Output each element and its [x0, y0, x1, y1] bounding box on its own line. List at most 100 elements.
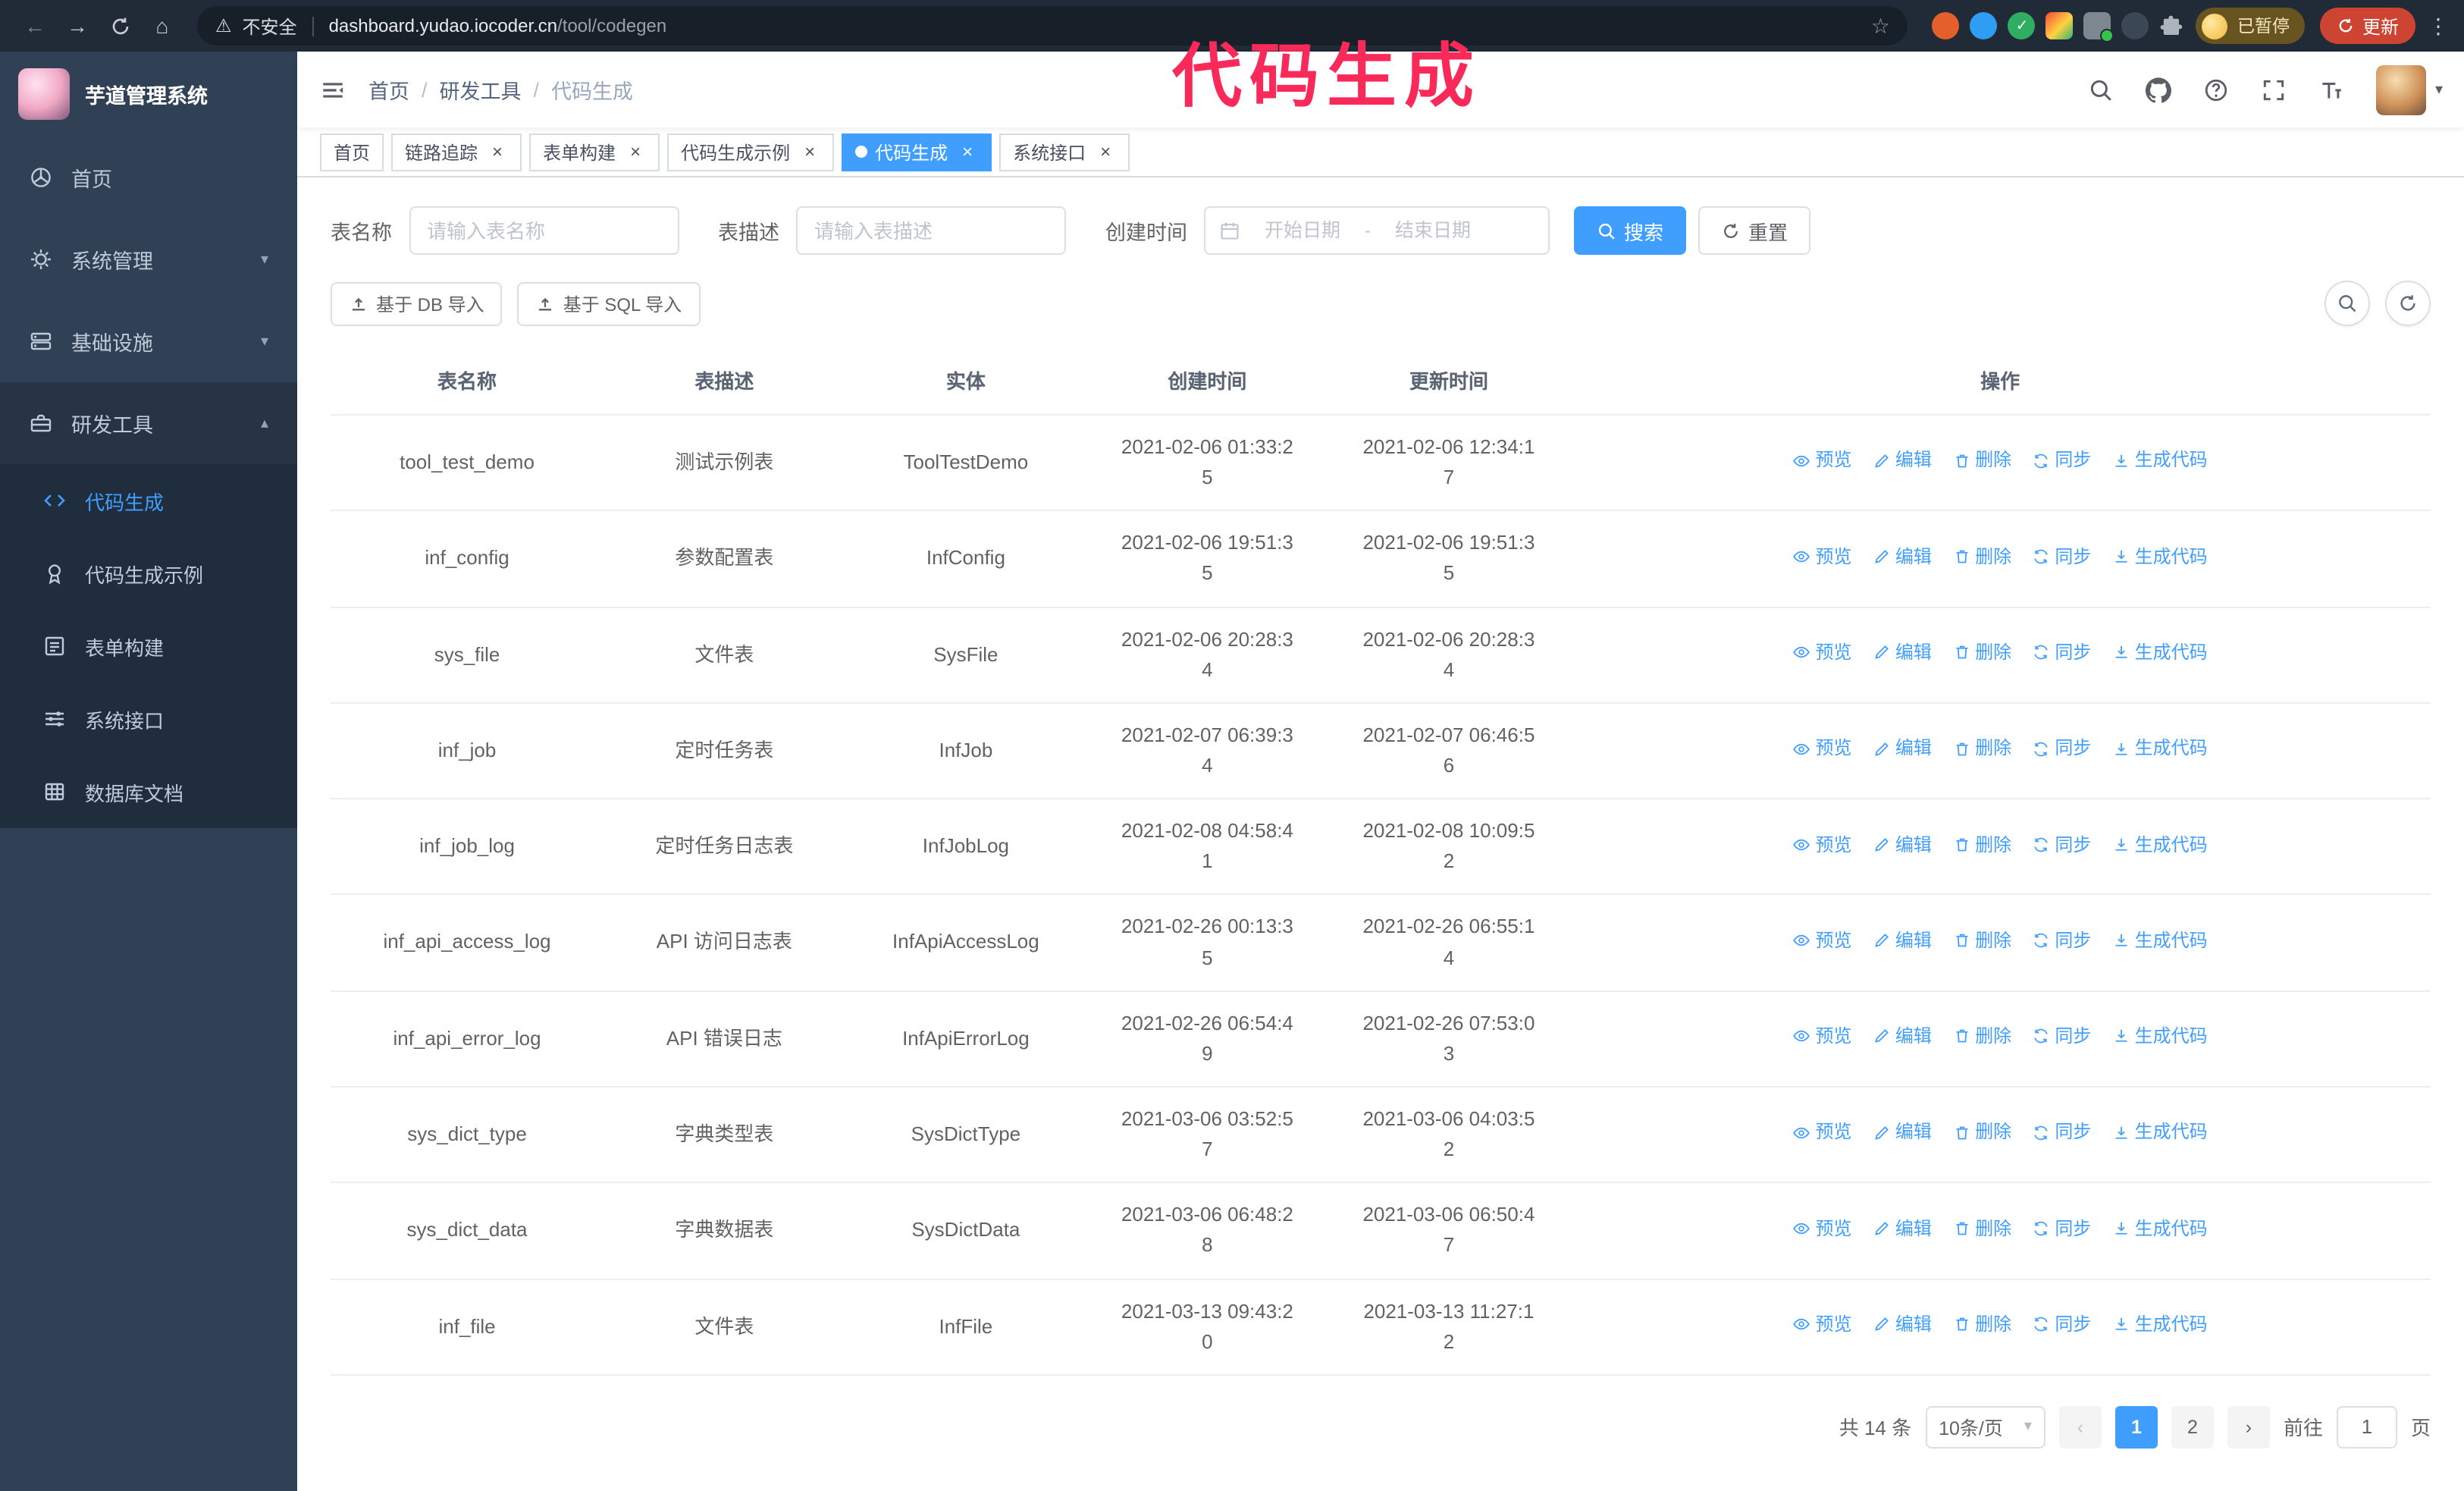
- end-date-input[interactable]: [1378, 220, 1487, 241]
- generate-code-link[interactable]: 生成代码: [2112, 830, 2208, 859]
- delete-link[interactable]: 删除: [1952, 1311, 2011, 1339]
- security-warning-label[interactable]: 不安全: [243, 13, 297, 39]
- preview-link[interactable]: 预览: [1793, 1022, 1852, 1050]
- breadcrumb-home[interactable]: 首页: [368, 74, 409, 105]
- help-button[interactable]: [2188, 52, 2246, 127]
- sidebar-item-infrastructure[interactable]: 基础设施 ▾: [0, 300, 297, 382]
- start-date-input[interactable]: [1248, 220, 1357, 241]
- generate-code-link[interactable]: 生成代码: [2112, 1311, 2208, 1339]
- sidebar-item-db-doc[interactable]: 数据库文档: [0, 755, 297, 828]
- generate-code-link[interactable]: 生成代码: [2112, 1214, 2208, 1242]
- goto-page-input[interactable]: [2336, 1405, 2397, 1449]
- fullscreen-button[interactable]: [2246, 52, 2303, 127]
- bookmark-star-icon[interactable]: ☆: [1871, 13, 1890, 39]
- edit-link[interactable]: 编辑: [1873, 1022, 1932, 1050]
- address-bar[interactable]: ⚠ 不安全 dashboard.yudao.iocoder.cn/tool/co…: [197, 6, 1908, 46]
- sync-link[interactable]: 同步: [2032, 1119, 2091, 1147]
- sidebar-item-codegen[interactable]: 代码生成: [0, 464, 297, 537]
- generate-code-link[interactable]: 生成代码: [2112, 1022, 2208, 1050]
- prev-page-button[interactable]: ‹: [2058, 1405, 2102, 1449]
- extension-icon-6[interactable]: [2121, 12, 2149, 39]
- delete-link[interactable]: 删除: [1952, 927, 2011, 955]
- toggle-search-button[interactable]: [2324, 281, 2370, 326]
- delete-link[interactable]: 删除: [1952, 1022, 2011, 1050]
- table-desc-input[interactable]: [796, 206, 1066, 255]
- generate-code-link[interactable]: 生成代码: [2112, 735, 2208, 763]
- browser-refresh-icon[interactable]: [100, 6, 140, 46]
- search-button[interactable]: 搜索: [1574, 206, 1687, 255]
- edit-link[interactable]: 编辑: [1873, 1214, 1932, 1242]
- browser-back-icon[interactable]: ←: [15, 6, 55, 46]
- generate-code-link[interactable]: 生成代码: [2112, 447, 2208, 475]
- github-link[interactable]: [2130, 52, 2188, 127]
- edit-link[interactable]: 编辑: [1873, 927, 1932, 955]
- tab-tracing[interactable]: 链路追踪 ×: [391, 133, 522, 171]
- preview-link[interactable]: 预览: [1793, 542, 1852, 570]
- sidebar-item-system-api[interactable]: 系统接口: [0, 683, 297, 755]
- sync-link[interactable]: 同步: [2032, 639, 2091, 667]
- table-name-input[interactable]: [409, 206, 679, 255]
- update-button[interactable]: 更新: [2319, 8, 2415, 44]
- delete-link[interactable]: 删除: [1952, 1214, 2011, 1242]
- preview-link[interactable]: 预览: [1793, 1214, 1852, 1242]
- delete-link[interactable]: 删除: [1952, 639, 2011, 667]
- generate-code-link[interactable]: 生成代码: [2112, 927, 2208, 955]
- generate-code-link[interactable]: 生成代码: [2112, 1119, 2208, 1147]
- extension-icon-5[interactable]: [2083, 12, 2114, 42]
- sync-link[interactable]: 同步: [2032, 1022, 2091, 1050]
- sync-link[interactable]: 同步: [2032, 1311, 2091, 1339]
- refresh-table-button[interactable]: [2385, 281, 2431, 326]
- edit-link[interactable]: 编辑: [1873, 735, 1932, 763]
- tab-system-api[interactable]: 系统接口 ×: [999, 133, 1130, 171]
- next-page-button[interactable]: ›: [2227, 1405, 2270, 1449]
- page-button-1[interactable]: 1: [2114, 1405, 2158, 1449]
- reset-button[interactable]: 重置: [1698, 206, 1811, 255]
- browser-forward-icon[interactable]: →: [58, 6, 97, 46]
- page-size-select[interactable]: 10条/页 ▾: [1925, 1405, 2045, 1449]
- sidebar-item-form-builder[interactable]: 表单构建: [0, 610, 297, 683]
- sync-link[interactable]: 同步: [2032, 927, 2091, 955]
- user-avatar[interactable]: [2375, 64, 2426, 115]
- extension-icon-2[interactable]: [1970, 12, 1998, 39]
- close-icon[interactable]: ×: [1095, 141, 1116, 162]
- sync-link[interactable]: 同步: [2032, 830, 2091, 859]
- delete-link[interactable]: 删除: [1952, 830, 2011, 859]
- sync-link[interactable]: 同步: [2032, 735, 2091, 763]
- close-icon[interactable]: ×: [625, 141, 646, 162]
- extension-icon-4[interactable]: [2045, 12, 2074, 39]
- edit-link[interactable]: 编辑: [1873, 1119, 1932, 1147]
- tab-home[interactable]: 首页: [320, 133, 384, 171]
- extension-icon-3[interactable]: ✓: [2008, 12, 2036, 39]
- preview-link[interactable]: 预览: [1793, 447, 1852, 475]
- tab-codegen-example[interactable]: 代码生成示例 ×: [667, 133, 835, 171]
- profile-chip[interactable]: 已暂停: [2196, 8, 2305, 44]
- close-icon[interactable]: ×: [957, 141, 978, 162]
- preview-link[interactable]: 预览: [1793, 639, 1852, 667]
- preview-link[interactable]: 预览: [1793, 1119, 1852, 1147]
- preview-link[interactable]: 预览: [1793, 735, 1852, 763]
- generate-code-link[interactable]: 生成代码: [2112, 542, 2208, 570]
- edit-link[interactable]: 编辑: [1873, 830, 1932, 859]
- preview-link[interactable]: 预览: [1793, 1311, 1852, 1339]
- sidebar-item-devtools[interactable]: 研发工具 ▴: [0, 382, 297, 464]
- preview-link[interactable]: 预览: [1793, 830, 1852, 859]
- delete-link[interactable]: 删除: [1952, 1119, 2011, 1147]
- extensions-puzzle-icon[interactable]: [2160, 14, 2184, 38]
- delete-link[interactable]: 删除: [1952, 447, 2011, 475]
- edit-link[interactable]: 编辑: [1873, 1311, 1932, 1339]
- breadcrumb-devtools[interactable]: 研发工具: [440, 74, 522, 105]
- sidebar-logo[interactable]: 芋道管理系统: [0, 52, 297, 137]
- extension-icon-1[interactable]: [1932, 12, 1960, 39]
- sidebar-item-home[interactable]: 首页: [0, 137, 297, 218]
- font-size-button[interactable]: [2303, 52, 2361, 127]
- edit-link[interactable]: 编辑: [1873, 447, 1932, 475]
- date-range-picker[interactable]: -: [1204, 206, 1550, 255]
- sidebar-toggle-button[interactable]: [297, 52, 368, 127]
- header-search-button[interactable]: [2073, 52, 2130, 127]
- delete-link[interactable]: 删除: [1952, 735, 2011, 763]
- avatar-caret-icon[interactable]: ▾: [2435, 81, 2443, 98]
- close-icon[interactable]: ×: [487, 141, 508, 162]
- sidebar-item-system[interactable]: 系统管理 ▾: [0, 218, 297, 300]
- generate-code-link[interactable]: 生成代码: [2112, 639, 2208, 667]
- browser-home-icon[interactable]: ⌂: [143, 6, 182, 46]
